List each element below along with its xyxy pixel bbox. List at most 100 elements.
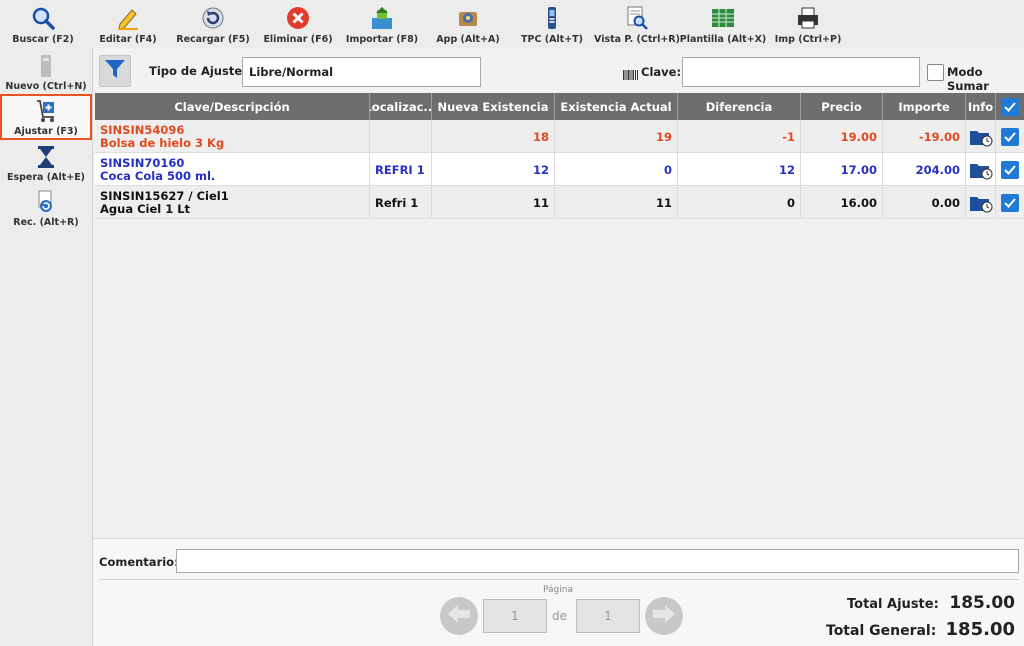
cell-precio: 19.00 [801,120,883,153]
filter-icon [104,58,126,84]
comentario-label: Comentario: [99,555,179,569]
cell-existencia-actual: 11 [555,186,678,219]
cell-precio: 17.00 [801,153,883,186]
row-checkbox[interactable] [1001,193,1019,212]
item-descripcion: Coca Cola 500 ml. [100,168,216,183]
app-gear-icon [455,5,481,31]
filter-button[interactable] [99,55,131,87]
prev-page-button[interactable] [440,597,478,635]
cell-diferencia: 0 [678,186,801,219]
cell-clave-descripcion: SINSIN15627 / Ciel1 Agua Ciel 1 Lt [95,186,370,219]
col-select-all[interactable] [996,93,1024,120]
import-icon [369,5,395,31]
cell-nueva-existencia[interactable]: 11 [432,186,555,219]
col-precio[interactable]: Precio [801,93,883,120]
arrow-left-icon [448,605,470,627]
new-document-icon [33,53,59,79]
imprimir-button[interactable]: Imp (Ctrl+P) [774,2,842,46]
cell-nueva-existencia[interactable]: 12 [432,153,555,186]
nuevo-button[interactable]: Nuevo (Ctrl+N) [0,53,92,95]
info-folder-clock-icon[interactable] [966,186,996,219]
modo-sumar-checkbox[interactable] [927,64,944,81]
reload-icon [200,5,226,31]
editar-label: Editar (F4) [99,34,157,45]
cell-clave-descripcion: SINSIN54096 Bolsa de hielo 3 Kg [95,120,370,153]
info-folder-clock-icon[interactable] [966,120,996,153]
info-folder-clock-icon[interactable] [966,153,996,186]
vista-label: Vista P. (Ctrl+R) [594,34,680,45]
col-info[interactable]: Info [966,93,996,120]
item-clave: SINSIN54096 [100,122,185,137]
cell-select[interactable] [996,153,1024,186]
eliminar-button[interactable]: Eliminar (F6) [263,2,333,46]
cell-existencia-actual: 0 [555,153,678,186]
page-current-field[interactable]: 1 [483,599,547,633]
col-diferencia[interactable]: Diferencia [678,93,801,120]
page-total-field: 1 [576,599,640,633]
espera-button[interactable]: Espera (Alt+E) [0,144,92,186]
sidebar: Nuevo (Ctrl+N) Ajustar (F3) Espera (Alt+… [0,48,92,646]
comentario-input[interactable] [176,549,1019,573]
table-empty-area [95,220,1024,538]
footer-panel: Comentario: Página 1 de 1 Total Ajuste: … [93,538,1024,646]
ajustar-button[interactable]: Ajustar (F3) [0,94,92,140]
recargar-button[interactable]: Recargar (F5) [176,2,250,46]
select-all-checkbox[interactable] [1001,97,1019,116]
recover-document-icon [33,189,59,215]
cell-localizacion: REFRI 1 [370,153,432,186]
espera-label: Espera (Alt+E) [6,172,86,183]
table-row[interactable]: SINSIN70160 Coca Cola 500 ml. REFRI 1 12… [95,153,1024,186]
col-existencia-actual[interactable]: Existencia Actual [555,93,678,120]
cell-precio: 16.00 [801,186,883,219]
scanner-icon [539,5,565,31]
total-general-value: 185.00 [945,619,1015,640]
row-checkbox[interactable] [1001,160,1019,179]
pagina-label: Página [543,585,573,595]
total-ajuste-value: 185.00 [949,593,1015,613]
editar-button[interactable]: Editar (F4) [96,2,160,46]
tpc-button[interactable]: TPC (Alt+T) [520,2,584,46]
cell-existencia-actual: 19 [555,120,678,153]
clave-input[interactable] [682,57,920,87]
row-checkbox[interactable] [1001,127,1019,146]
table-row[interactable]: SINSIN54096 Bolsa de hielo 3 Kg 18 19 -1… [95,120,1024,153]
cell-importe: 0.00 [883,186,966,219]
plantilla-label: Plantilla (Alt+X) [679,34,767,45]
app-label: App (Alt+A) [436,34,500,45]
imp-label: Imp (Ctrl+P) [774,34,842,45]
buscar-button[interactable]: Buscar (F2) [10,2,76,46]
tipo-ajuste-field[interactable]: Libre/Normal [242,57,481,87]
importar-button[interactable]: Importar (F8) [346,2,418,46]
plantilla-button[interactable]: Plantilla (Alt+X) [680,2,766,46]
cell-select[interactable] [996,186,1024,219]
spreadsheet-icon [710,5,736,31]
arrow-right-icon [653,605,675,627]
rec-button[interactable]: Rec. (Alt+R) [0,189,92,231]
table-row[interactable]: SINSIN15627 / Ciel1 Agua Ciel 1 Lt Refri… [95,186,1024,219]
next-page-button[interactable] [645,597,683,635]
cell-localizacion: Refri 1 [370,186,432,219]
item-descripcion: Agua Ciel 1 Lt [100,201,191,216]
toolbar: Buscar (F2) Editar (F4) Recargar (F5) El… [0,0,1024,48]
col-nueva-existencia[interactable]: Nueva Existencia [432,93,555,120]
vista-previa-button[interactable]: Vista P. (Ctrl+R) [594,2,680,46]
col-importe[interactable]: Importe [883,93,966,120]
barcode-icon [623,65,638,84]
cell-diferencia: 12 [678,153,801,186]
modo-sumar-label: Modo Sumar [947,65,989,93]
col-clave-descripcion[interactable]: Clave/Descripción [95,93,370,120]
items-table: Clave/Descripción Localizac... Nueva Exi… [95,93,1024,219]
cell-nueva-existencia[interactable]: 18 [432,120,555,153]
item-descripcion: Bolsa de hielo 3 Kg [100,135,225,150]
cell-importe: 204.00 [883,153,966,186]
cell-select[interactable] [996,120,1024,153]
item-clave: SINSIN15627 / Ciel1 [100,188,229,203]
hourglass-icon [33,144,59,170]
delete-icon [285,5,311,31]
importar-label: Importar (F8) [345,34,419,45]
eliminar-label: Eliminar (F6) [263,34,333,45]
search-icon [30,5,56,31]
col-localizacion[interactable]: Localizac... [370,93,432,120]
app-button[interactable]: App (Alt+A) [436,2,500,46]
cell-diferencia: -1 [678,120,801,153]
